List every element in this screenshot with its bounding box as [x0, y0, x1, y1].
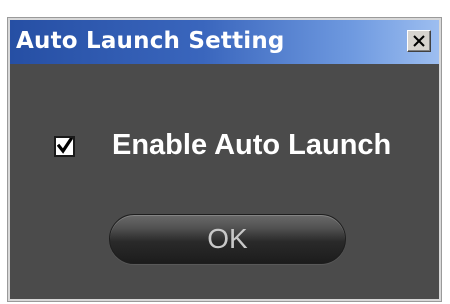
- dialog-content: Enable Auto Launch OK: [10, 64, 439, 299]
- ok-button-label: OK: [207, 223, 248, 254]
- enable-auto-launch-label[interactable]: Enable Auto Launch: [112, 128, 391, 162]
- ok-button[interactable]: OK: [109, 214, 346, 264]
- window-title: Auto Launch Setting: [16, 28, 285, 54]
- close-button[interactable]: [407, 30, 431, 52]
- checkmark-icon: [57, 138, 73, 154]
- enable-auto-launch-checkbox[interactable]: [54, 136, 75, 157]
- close-icon: [413, 35, 425, 47]
- title-bar[interactable]: Auto Launch Setting: [10, 20, 439, 64]
- auto-launch-setting-dialog: Auto Launch Setting Enable Auto Launch O…: [7, 17, 442, 302]
